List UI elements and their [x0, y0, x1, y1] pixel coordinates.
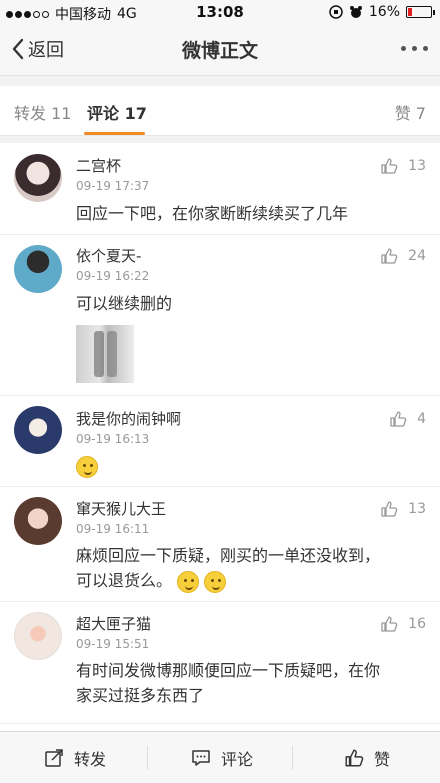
- page-title: 微博正文: [181, 40, 258, 62]
- comment-item: 我是你的闹钟啊 09-19 16:13 4: [0, 396, 440, 487]
- comment-author[interactable]: 依个夏天-: [76, 245, 141, 266]
- battery-icon: [406, 6, 435, 18]
- shush-emoji-icon: [204, 570, 227, 593]
- smile-emoji-icon: [76, 455, 98, 478]
- like-count: 24: [408, 248, 426, 264]
- comment-emoji-row: [76, 453, 426, 478]
- comment-time: 09-19 16:13: [76, 432, 150, 446]
- comment-text-line-content: 可以退货么。: [76, 571, 173, 590]
- comment-text-line: 可以退货么。: [76, 568, 426, 593]
- like-button[interactable]: 24: [380, 247, 426, 265]
- tab-comments[interactable]: 评论 17: [87, 100, 147, 124]
- avatar[interactable]: [14, 406, 62, 454]
- alarm-icon: [349, 6, 362, 18]
- comment-text: 回应一下吧，在你家断断续续买了几年: [76, 204, 349, 223]
- avatar[interactable]: [14, 245, 62, 293]
- comment-button[interactable]: 评论: [191, 732, 253, 783]
- comment-author[interactable]: 窜天猴儿大王: [76, 498, 166, 519]
- comment-author[interactable]: 二宫杯: [76, 155, 121, 176]
- comment-text-line: 家买过挺多东西了: [76, 686, 205, 705]
- like-label: 赞: [374, 750, 391, 769]
- like-count: 16: [408, 616, 426, 632]
- tab-likes[interactable]: 赞 7: [395, 100, 426, 124]
- thumbs-up-icon: [381, 158, 398, 174]
- comment-author[interactable]: 超大匣子猫: [76, 613, 151, 634]
- more-button[interactable]: [401, 46, 428, 51]
- like-button[interactable]: 13: [380, 500, 426, 518]
- like-count: 13: [408, 158, 426, 174]
- repost-button[interactable]: 转发: [44, 732, 106, 783]
- comment-item: 窜天猴儿大王 09-19 16:11 麻烦回应一下质疑，刚买的一单还没收到， 可…: [0, 487, 440, 602]
- repost-label: 转发: [74, 750, 107, 769]
- repost-icon: [45, 749, 63, 767]
- divider: [147, 746, 148, 770]
- comment-text-line: 麻烦回应一下质疑，刚买的一单还没收到，: [76, 546, 381, 565]
- comment-author[interactable]: 我是你的闹钟啊: [76, 408, 181, 429]
- tab-bar: 转发 11 评论 17 赞 7: [0, 86, 440, 136]
- comment-time: 09-19 16:22: [76, 269, 150, 283]
- like-button[interactable]: 16: [380, 615, 426, 633]
- like-button[interactable]: 4: [389, 410, 426, 428]
- status-bar: 中国移动 4G 13:08 16%: [0, 0, 440, 24]
- comment-label: 评论: [221, 750, 254, 769]
- like-button[interactable]: 13: [380, 157, 426, 175]
- like-count: 13: [408, 501, 426, 517]
- thumbs-up-icon: [381, 616, 398, 632]
- like-count: 4: [417, 411, 426, 427]
- thumbs-up-icon: [345, 749, 364, 767]
- comment-item: 二宫杯 09-19 17:37 回应一下吧，在你家断断续续买了几年 13: [0, 143, 440, 235]
- orientation-lock-icon: [329, 5, 343, 19]
- comment-text-line: 有时间发微博那顺便回应一下质疑吧，在你: [76, 661, 381, 680]
- more-icon: [401, 46, 406, 51]
- comment-item: 依个夏天- 09-19 16:22 可以继续删的 24: [0, 235, 440, 396]
- comment-image[interactable]: [76, 325, 134, 383]
- comment-time: 09-19 17:37: [76, 179, 150, 193]
- comment-text: 有时间发微博那顺便回应一下质疑吧，在你 家买过挺多东西了: [76, 658, 426, 708]
- comment-text: 麻烦回应一下质疑，刚买的一单还没收到， 可以退货么。: [76, 543, 426, 593]
- comment-item: 超大匣子猫 09-19 15:51 有时间发微博那顺便回应一下质疑吧，在你 家买…: [0, 602, 440, 724]
- thumbs-up-icon: [390, 411, 407, 427]
- avatar[interactable]: [14, 612, 62, 660]
- thumbs-up-icon: [381, 501, 398, 517]
- bottom-action-bar: 转发 评论 赞: [0, 731, 440, 783]
- comment-time: 09-19 16:11: [76, 522, 150, 536]
- navigation-bar: 返回 微博正文: [0, 24, 440, 76]
- battery-percent: 16%: [368, 4, 400, 20]
- tab-active-indicator: [84, 132, 145, 135]
- comment-icon: [192, 750, 210, 766]
- tab-repost[interactable]: 转发 11: [14, 100, 71, 124]
- divider: [292, 746, 293, 770]
- avatar[interactable]: [14, 497, 62, 545]
- comment-text: 可以继续删的: [76, 294, 173, 313]
- avatar[interactable]: [14, 154, 62, 202]
- comment-list: 二宫杯 09-19 17:37 回应一下吧，在你家断断续续买了几年 13 依个夏…: [0, 143, 440, 780]
- like-post-button[interactable]: 赞: [344, 732, 390, 783]
- shush-emoji-icon: [177, 570, 200, 593]
- comment-time: 09-19 15:51: [76, 637, 150, 651]
- status-right: 16%: [329, 4, 435, 20]
- thumbs-up-icon: [381, 248, 398, 264]
